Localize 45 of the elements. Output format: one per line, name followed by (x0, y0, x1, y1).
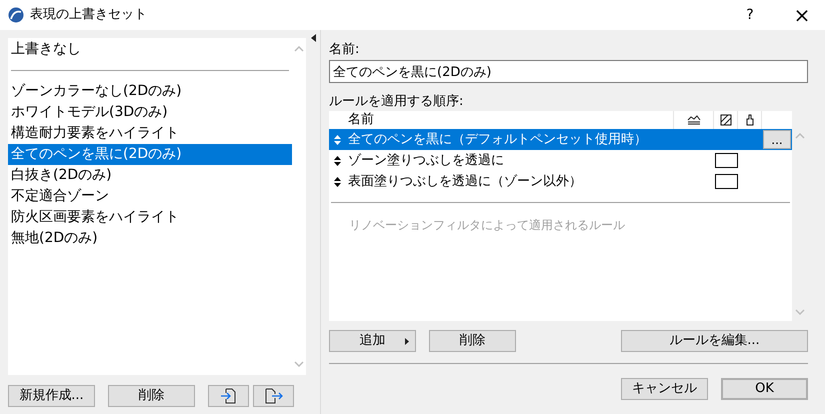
window-title: 表現の上書きセット (30, 6, 147, 24)
rule-row[interactable]: ゾーン塗りつぶしを透過に (329, 150, 792, 171)
new-set-button[interactable]: 新規作成... (8, 385, 95, 407)
help-button[interactable]: ? (727, 0, 773, 30)
rule-name: ゾーン塗りつぶしを透過に (347, 152, 505, 170)
override-set-item[interactable]: 上書きなし (8, 39, 292, 60)
override-set-item[interactable]: 構造耐力要素をハイライト (8, 123, 292, 144)
override-set-item[interactable]: 防火区画要素をハイライト (8, 207, 292, 228)
collapse-arrow-icon[interactable] (310, 34, 316, 42)
reorder-handle-icon[interactable] (334, 134, 340, 144)
reorder-handle-icon[interactable] (334, 176, 340, 186)
name-label: 名前: (329, 41, 360, 59)
close-button[interactable]: × (779, 0, 825, 30)
rule-row[interactable]: 全てのペンを黒に（デフォルトペンセット使用時） ... (329, 129, 792, 150)
paintbrush-icon (744, 114, 754, 126)
fill-swatch[interactable] (714, 174, 738, 189)
rule-name: 表面塗りつぶしを透過に（ゾーン以外） (347, 172, 583, 191)
ok-button[interactable]: OK (721, 378, 808, 400)
override-set-item[interactable]: ホワイトモデル(3Dのみ) (8, 102, 292, 123)
delete-rule-button[interactable]: 削除 (429, 330, 516, 352)
dropdown-arrow-icon (405, 338, 409, 345)
export-icon (264, 388, 284, 404)
more-button[interactable]: ... (763, 130, 791, 149)
override-set-item[interactable]: 全てのペンを黒に(2Dのみ) (8, 144, 292, 165)
import-button[interactable] (208, 385, 249, 407)
hatch-fill-icon (720, 114, 732, 126)
export-button[interactable] (253, 385, 294, 407)
add-rule-button[interactable]: 追加 (329, 330, 416, 352)
name-field[interactable]: 全てのペンを黒に(2Dのみ) (329, 60, 808, 83)
override-set-item[interactable]: 白抜き(2Dのみ) (8, 165, 292, 186)
cancel-button[interactable]: キャンセル (621, 378, 708, 400)
override-set-item[interactable]: 無地(2Dのみ) (8, 228, 292, 249)
fill-swatch[interactable] (714, 153, 738, 168)
app-logo-icon (8, 7, 24, 23)
import-icon (220, 388, 238, 404)
renovation-rules-label: リノベーションフィルタによって適用されるルール (348, 217, 626, 234)
rule-order-label: ルールを適用する順序: (329, 93, 464, 111)
override-set-item[interactable]: ゾーンカラーなし(2Dのみ) (8, 81, 292, 102)
delete-set-button[interactable]: 削除 (108, 385, 195, 407)
layers-icon (686, 115, 700, 125)
rule-row[interactable]: 表面塗りつぶしを透過に（ゾーン以外） (329, 171, 792, 192)
edit-rule-button[interactable]: ルールを編集... (621, 330, 808, 352)
override-set-item[interactable]: 不定適合ゾーン (8, 186, 292, 207)
rule-name: 全てのペンを黒に（デフォルトペンセット使用時） (347, 130, 648, 149)
reorder-handle-icon[interactable] (334, 156, 340, 166)
